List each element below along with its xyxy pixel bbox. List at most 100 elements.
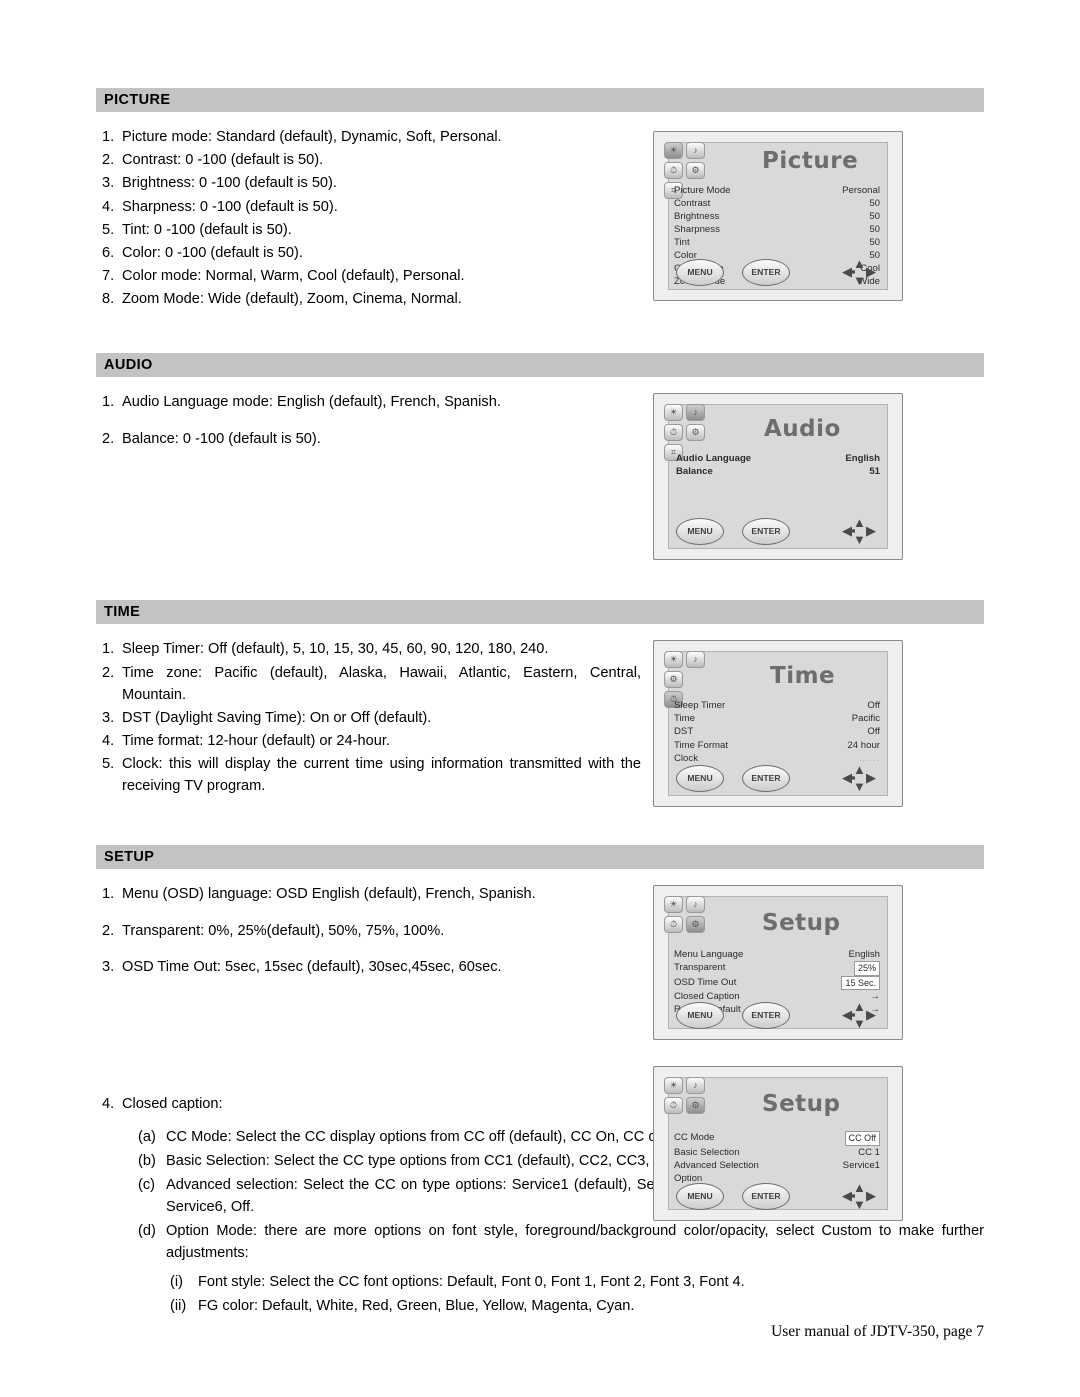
list-text: Sharpness: 0 -100 (default is 50). (122, 198, 338, 215)
cc-subitem-marker: (a) (138, 1128, 156, 1145)
list-number: 1. (102, 886, 115, 903)
setup-list: 1. Menu (OSD) language: OSD English (defa… (96, 883, 641, 978)
audio-icon[interactable]: ♪ (686, 142, 705, 159)
time-icon[interactable]: ⏱ (664, 424, 683, 442)
osd-row-value: 24 hour (847, 739, 880, 751)
setup-icon[interactable]: ⚙ (686, 424, 705, 442)
list-text: DST (Daylight Saving Time): On or Off (d… (122, 709, 432, 726)
osd-row-label: Time (674, 713, 695, 725)
osd-screen-setup-2: ☀ ♪ ⏱ ⚙ Setup CC Mode CC Off Basic Select… (653, 1066, 903, 1222)
menu-button[interactable]: MENU (676, 258, 724, 286)
audio-icon[interactable]: ♪ (686, 651, 705, 669)
cc-roman-text: Font style: Select the CC font options: … (198, 1273, 745, 1290)
audio-icon[interactable]: ♪ (686, 896, 705, 914)
osd-menu-row[interactable]: OSD Time Out 15 Sec. (670, 975, 882, 990)
enter-button[interactable]: ENTER (742, 1182, 790, 1210)
list-item: 1. Sleep Timer: Off (default), 5, 10, 15,… (96, 638, 641, 660)
navigation-pad-icon[interactable]: ▲ ▼ ◀ ▶ ▪ (842, 257, 876, 287)
osd-menu-row[interactable]: Time Pacific (670, 712, 882, 725)
navigation-pad-icon[interactable]: ▲ ▼ ◀ ▶ ▪ (842, 1000, 876, 1030)
cc-roman-marker: (ii) (170, 1297, 187, 1314)
osd-menu-row[interactable]: Audio Language English (672, 452, 882, 465)
list-text: Menu (OSD) language: OSD English (defaul… (122, 886, 536, 903)
osd-menu-row[interactable]: Basic Selection CC 1 (670, 1146, 882, 1159)
center-dot-icon: ▪ (851, 1188, 856, 1204)
picture-icon[interactable]: ☀ (664, 404, 683, 422)
navigation-pad-icon[interactable]: ▲ ▼ ◀ ▶ ▪ (842, 516, 876, 546)
time-section-body: 1. Sleep Timer: Off (default), 5, 10, 15,… (96, 638, 984, 808)
picture-icon[interactable]: ☀ (664, 651, 683, 669)
osd-row-label: Picture Mode (674, 185, 731, 196)
osd-title: Setup (762, 1091, 841, 1118)
osd-menu-row[interactable]: Menu Language English (670, 948, 882, 961)
osd-menu-row[interactable]: Sharpness 50 (670, 223, 882, 236)
osd-menu-row[interactable]: Brightness 50 (670, 210, 882, 223)
osd-row-value: CC 1 (858, 1146, 880, 1158)
list-text: Sleep Timer: Off (default), 5, 10, 15, 3… (122, 641, 549, 658)
center-dot-icon: ▪ (851, 523, 856, 539)
setup-icon[interactable]: ⚙ (664, 671, 683, 689)
list-text: Balance: 0 -100 (default is 50). (122, 430, 321, 447)
osd-menu-row[interactable]: Picture Mode Personal (670, 184, 882, 197)
time-icon[interactable]: ⏱ (664, 916, 683, 934)
list-number: 6. (102, 244, 115, 261)
setup-icon[interactable]: ⚙ (686, 162, 705, 179)
center-dot-icon: ▪ (851, 264, 856, 279)
list-item: 6. Color: 0 -100 (default is 50). (96, 242, 641, 264)
list-number: 5. (102, 221, 115, 238)
picture-icon[interactable]: ☀ (664, 142, 683, 159)
picture-icon[interactable]: ☀ (664, 1077, 683, 1095)
time-icon[interactable]: ⏱ (664, 162, 683, 179)
osd-menu-row[interactable]: Balance 51 (672, 465, 882, 478)
osd-menu-row[interactable]: Tint 50 (670, 236, 882, 249)
list-item: 3. DST (Daylight Saving Time): On or Off … (96, 707, 641, 729)
list-text: Transparent: 0%, 25%(default), 50%, 75%,… (122, 922, 445, 939)
navigation-pad-icon[interactable]: ▲ ▼ ◀ ▶ ▪ (842, 1181, 876, 1211)
setup-list-column: 1. Menu (OSD) language: OSD English (defa… (96, 883, 641, 979)
osd-row-value: 50 (869, 224, 880, 236)
osd-menu-row[interactable]: Contrast 50 (670, 197, 882, 210)
osd-row-label: Advanced Selection (674, 1159, 759, 1171)
time-icon[interactable]: ⏱ (664, 1097, 683, 1115)
osd-menu-row[interactable]: Transparent 25% (670, 961, 882, 976)
list-item: 4. Time format: 12-hour (default) or 24-h… (96, 730, 641, 752)
section-title-time: TIME (104, 604, 141, 621)
osd-menu-row[interactable]: Time Format 24 hour (670, 739, 882, 752)
osd-row-value: 50 (869, 237, 880, 249)
osd-menu-row[interactable]: Clock...... (670, 752, 882, 765)
menu-button[interactable]: MENU (676, 1001, 724, 1029)
audio-list: 1. Audio Language mode: English (default)… (96, 391, 641, 449)
navigation-pad-icon[interactable]: ▲ ▼ ◀ ▶ ▪ (842, 763, 876, 793)
list-number: 4. (102, 198, 115, 215)
osd-icon-row: ⏱ ⚙ (664, 424, 705, 442)
enter-button[interactable]: ENTER (742, 1001, 790, 1029)
setup-icon[interactable]: ⚙ (686, 916, 705, 934)
section-header-setup: SETUP (96, 845, 984, 870)
audio-icon[interactable]: ♪ (686, 1077, 705, 1095)
audio-icon[interactable]: ♪ (686, 404, 705, 422)
picture-icon[interactable]: ☀ (664, 896, 683, 914)
enter-button[interactable]: ENTER (742, 258, 790, 286)
osd-menu-row[interactable]: Sleep Timer Off (670, 699, 882, 712)
list-number: 2. (102, 664, 115, 681)
arrow-right-icon: ▶ (866, 264, 876, 279)
enter-button[interactable]: ENTER (742, 764, 790, 792)
list-number: 2. (102, 152, 115, 169)
list-item: 7. Color mode: Normal, Warm, Cool (defaul… (96, 265, 641, 287)
audio-list-column: 1. Audio Language mode: English (default)… (96, 391, 641, 450)
list-number: 2. (102, 922, 115, 939)
enter-button[interactable]: ENTER (742, 517, 790, 545)
osd-title: Picture (762, 148, 859, 174)
osd-menu-row[interactable]: CC Mode CC Off (670, 1131, 882, 1146)
setup-icon[interactable]: ⚙ (686, 1097, 705, 1115)
osd-menu-row[interactable]: Advanced Selection Service1 (670, 1159, 882, 1172)
osd-menu-row[interactable]: DST Off (670, 725, 882, 738)
menu-button[interactable]: MENU (676, 517, 724, 545)
osd-row-value: Off (867, 700, 880, 712)
menu-button[interactable]: MENU (676, 1182, 724, 1210)
osd-row-value: English (848, 949, 880, 961)
list-text: Clock: this will display the current tim… (122, 756, 641, 795)
osd-row-value: Off (867, 726, 880, 738)
menu-button[interactable]: MENU (676, 764, 724, 792)
list-number: 7. (102, 268, 115, 285)
